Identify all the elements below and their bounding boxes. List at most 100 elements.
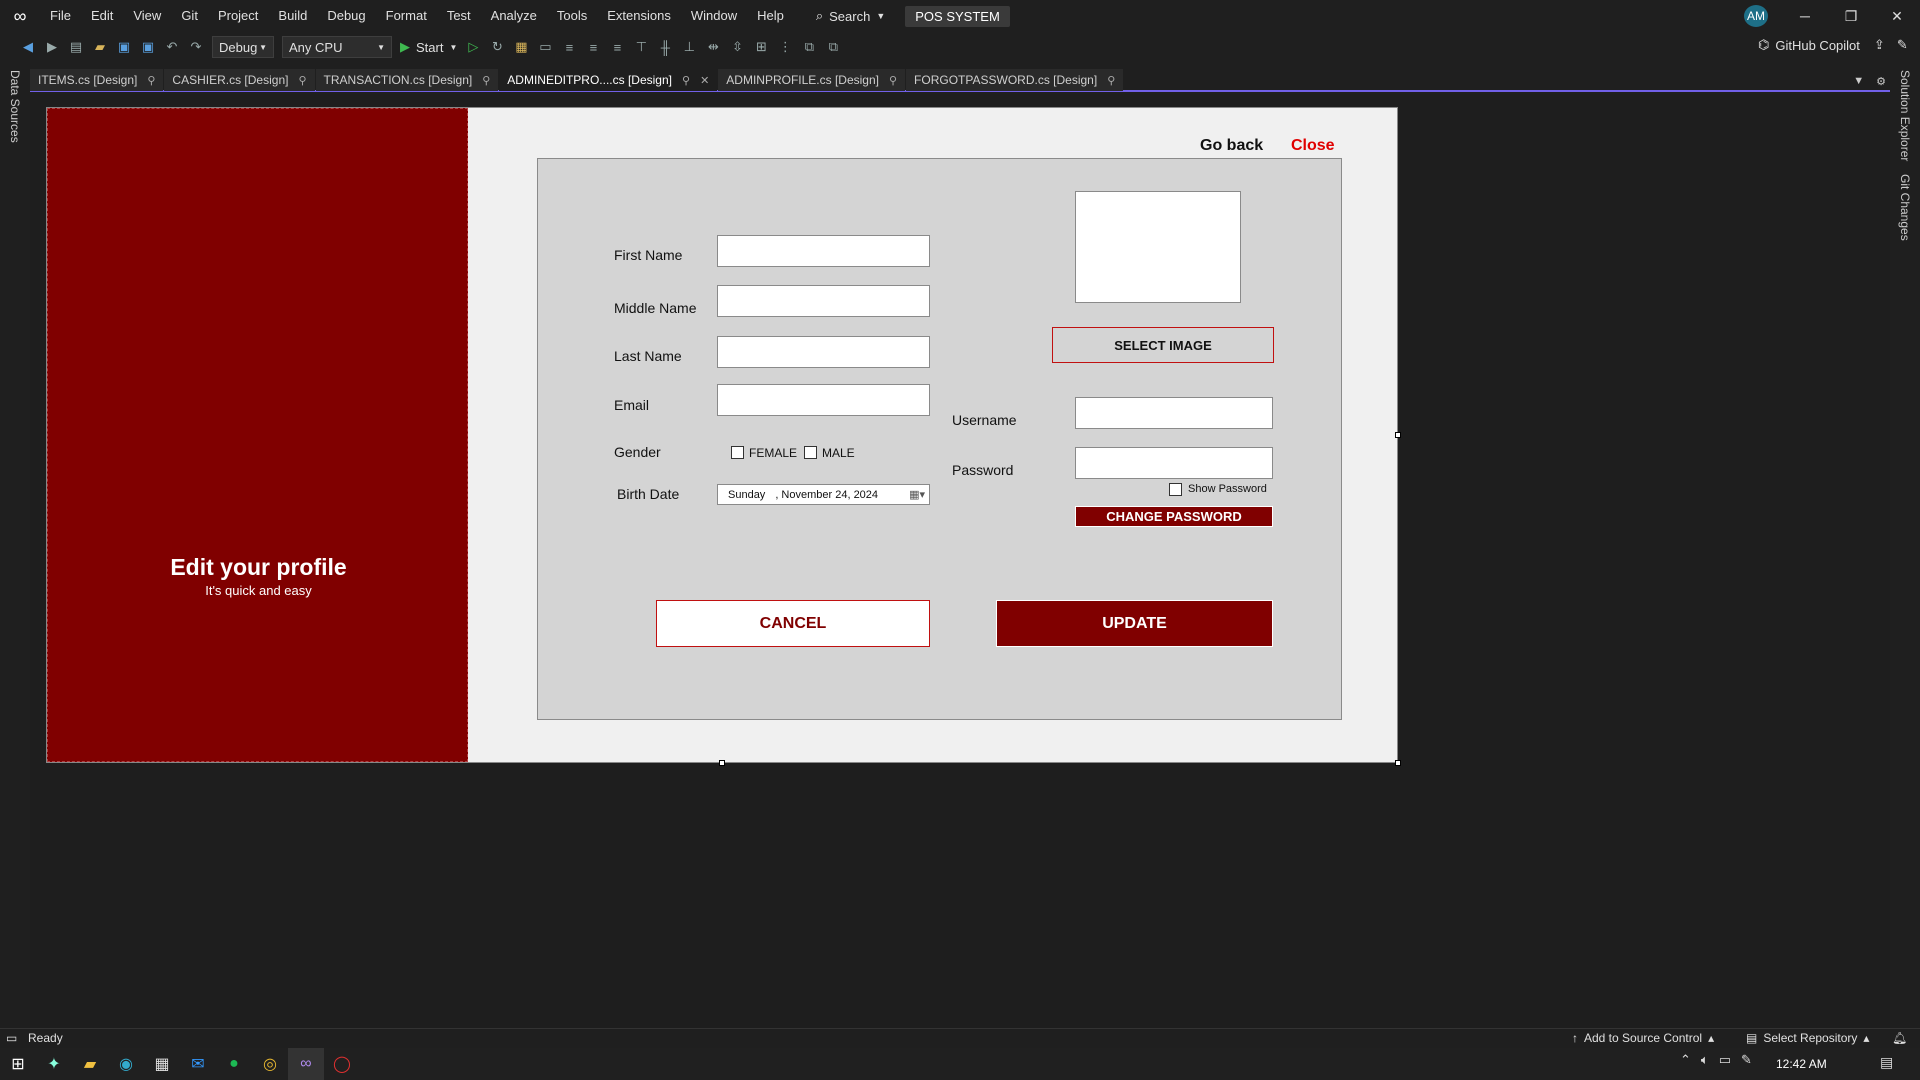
- edge-icon[interactable]: ◉: [108, 1048, 144, 1080]
- platform-select[interactable]: Any CPU ▼: [282, 36, 392, 58]
- tab-forgotpassword[interactable]: FORGOTPASSWORD.cs [Design] ⚲: [906, 69, 1124, 91]
- align-middle-icon[interactable]: ╫: [657, 39, 673, 55]
- resize-handle-right[interactable]: [1395, 432, 1401, 438]
- avatar[interactable]: AM: [1744, 5, 1768, 27]
- middle-name-field[interactable]: [717, 285, 930, 317]
- pin-icon[interactable]: ⚲: [482, 74, 490, 87]
- share-icon[interactable]: ⇪: [1874, 37, 1885, 53]
- same-width-icon[interactable]: ⇹: [705, 39, 721, 55]
- send-back-icon[interactable]: ⧉: [825, 39, 841, 55]
- menu-file[interactable]: File: [40, 0, 81, 32]
- undo-icon[interactable]: ↶: [164, 39, 180, 55]
- menu-extensions[interactable]: Extensions: [597, 0, 681, 32]
- save-icon[interactable]: ▣: [116, 39, 132, 55]
- change-password-button[interactable]: CHANGE PASSWORD: [1075, 506, 1273, 527]
- select-repository-button[interactable]: ▤ Select Repository ▴: [1746, 1031, 1869, 1045]
- file-explorer-icon[interactable]: ▰: [72, 1048, 108, 1080]
- notification-center-icon[interactable]: ▤: [1880, 1054, 1893, 1071]
- data-sources-tab[interactable]: Data Sources: [8, 70, 22, 143]
- go-back-link[interactable]: Go back: [1200, 137, 1263, 155]
- forward-icon[interactable]: ▶: [44, 39, 60, 55]
- tab-adminprofile[interactable]: ADMINPROFILE.cs [Design] ⚲: [718, 69, 906, 91]
- gear-icon[interactable]: ⚙: [1876, 75, 1886, 88]
- first-name-field[interactable]: [717, 235, 930, 267]
- align-center-icon[interactable]: ≡: [585, 39, 601, 55]
- last-name-field[interactable]: [717, 336, 930, 368]
- network-icon[interactable]: ▭: [1719, 1052, 1731, 1068]
- new-project-icon[interactable]: ▤: [68, 39, 84, 55]
- pin-icon[interactable]: ⚲: [1107, 74, 1115, 87]
- resize-handle-bottom[interactable]: [719, 760, 725, 766]
- feedback-icon[interactable]: ✎: [1897, 37, 1908, 53]
- search-menu[interactable]: ⌕ Search ▼: [806, 0, 895, 32]
- add-to-source-control-button[interactable]: ↑ Add to Source Control ▴: [1572, 1031, 1714, 1045]
- git-changes-tab[interactable]: Git Changes: [1898, 174, 1912, 241]
- chevron-down-icon[interactable]: ▼: [1853, 75, 1864, 87]
- close-icon[interactable]: ✕: [700, 74, 709, 87]
- align-top-icon[interactable]: ⊤: [633, 39, 649, 55]
- bell-icon[interactable]: 🔔︎: [1892, 1031, 1907, 1045]
- windows-start-icon[interactable]: ⊞: [0, 1048, 36, 1080]
- menu-help[interactable]: Help: [747, 0, 794, 32]
- close-link[interactable]: Close: [1291, 137, 1335, 155]
- menu-project[interactable]: Project: [208, 0, 268, 32]
- redo-icon[interactable]: ↷: [188, 39, 204, 55]
- size-to-grid-icon[interactable]: ⊞: [753, 39, 769, 55]
- browse-icon[interactable]: ▦: [513, 39, 529, 55]
- open-folder-icon[interactable]: ▰: [92, 39, 108, 55]
- pin-icon[interactable]: ⚲: [682, 74, 690, 87]
- align-bottom-icon[interactable]: ⊥: [681, 39, 697, 55]
- github-copilot-button[interactable]: ⌬ GitHub Copilot ⇪ ✎: [1758, 37, 1908, 53]
- start-without-debugging-icon[interactable]: ▷: [465, 39, 481, 55]
- menu-view[interactable]: View: [123, 0, 171, 32]
- female-checkbox[interactable]: [731, 446, 744, 459]
- chrome-icon[interactable]: ◎: [252, 1048, 288, 1080]
- same-height-icon[interactable]: ⇳: [729, 39, 745, 55]
- pin-icon[interactable]: ⚲: [298, 74, 306, 87]
- spacing-icon[interactable]: ⋮: [777, 39, 793, 55]
- back-icon[interactable]: ◀: [20, 39, 36, 55]
- solution-explorer-tab[interactable]: Solution Explorer: [1898, 70, 1912, 161]
- edit-profile-form[interactable]: Edit your profile It's quick and easy Go…: [46, 107, 1398, 763]
- visual-studio-taskbar-icon[interactable]: ∞: [288, 1048, 324, 1080]
- show-password-checkbox[interactable]: [1169, 483, 1182, 496]
- menu-debug[interactable]: Debug: [317, 0, 375, 32]
- mail-icon[interactable]: ✉: [180, 1048, 216, 1080]
- close-window-button[interactable]: ✕: [1874, 0, 1920, 32]
- email-field[interactable]: [717, 384, 930, 416]
- opera-icon[interactable]: ◯: [324, 1048, 360, 1080]
- cancel-button[interactable]: CANCEL: [656, 600, 930, 647]
- align-right-icon[interactable]: ≡: [609, 39, 625, 55]
- start-button[interactable]: ▶ Start ▼: [400, 39, 457, 55]
- restore-button[interactable]: ❐: [1828, 0, 1874, 32]
- menu-window[interactable]: Window: [681, 0, 747, 32]
- pin-icon[interactable]: ⚲: [889, 74, 897, 87]
- update-button[interactable]: UPDATE: [996, 600, 1273, 647]
- male-checkbox[interactable]: [804, 446, 817, 459]
- username-field[interactable]: [1075, 397, 1273, 429]
- bring-front-icon[interactable]: ⧉: [801, 39, 817, 55]
- password-field[interactable]: [1075, 447, 1273, 479]
- resize-handle-corner[interactable]: [1395, 760, 1401, 766]
- menu-test[interactable]: Test: [437, 0, 481, 32]
- align-left-icon[interactable]: ≡: [561, 39, 577, 55]
- tab-transaction[interactable]: TRANSACTION.cs [Design] ⚲: [315, 69, 499, 91]
- store-icon[interactable]: ▦: [144, 1048, 180, 1080]
- copilot-app-icon[interactable]: ✦: [36, 1048, 72, 1080]
- menu-build[interactable]: Build: [268, 0, 317, 32]
- minimize-button[interactable]: ─: [1782, 0, 1828, 32]
- tab-items[interactable]: ITEMS.cs [Design] ⚲: [30, 69, 164, 91]
- menu-git[interactable]: Git: [171, 0, 208, 32]
- pen-icon[interactable]: ✎: [1741, 1052, 1752, 1068]
- tab-cashier[interactable]: CASHIER.cs [Design] ⚲: [164, 69, 315, 91]
- calendar-icon[interactable]: ▦▾: [909, 488, 925, 501]
- layout-icon[interactable]: ▭: [537, 39, 553, 55]
- birth-date-picker[interactable]: Sunday , November 24, 2024 ▦▾: [717, 484, 930, 505]
- menu-edit[interactable]: Edit: [81, 0, 123, 32]
- menu-analyze[interactable]: Analyze: [481, 0, 547, 32]
- volume-icon[interactable]: 🔈︎: [1701, 1052, 1709, 1068]
- chevron-up-icon[interactable]: ⌃: [1680, 1052, 1691, 1068]
- select-image-button[interactable]: SELECT IMAGE: [1052, 327, 1274, 363]
- menu-tools[interactable]: Tools: [547, 0, 597, 32]
- clock[interactable]: 12:42 AM: [1776, 1057, 1827, 1071]
